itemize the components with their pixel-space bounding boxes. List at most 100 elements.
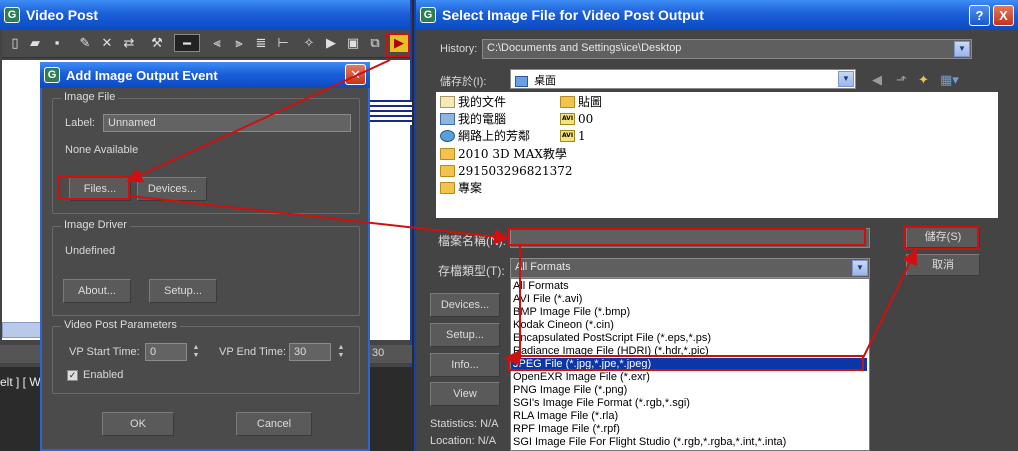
filename-label: 檔案名稱(N):: [438, 234, 506, 248]
list-item[interactable]: 291503296821372: [440, 163, 573, 179]
undefined-text: Undefined: [65, 245, 116, 257]
app-icon: G: [4, 7, 20, 23]
cancel-button[interactable]: 取消: [906, 254, 980, 276]
view-button[interactable]: View: [430, 382, 500, 406]
list-item[interactable]: SGI Image File For Flight Studio (*.rgb,…: [513, 436, 786, 449]
vp-start-spinner-icon[interactable]: ▲ ▼: [191, 344, 201, 360]
documents-icon: [440, 96, 455, 108]
list-item[interactable]: BMP Image File (*.bmp): [513, 306, 630, 319]
status-text: elt ] [ Wi: [0, 375, 44, 389]
edit-icon[interactable]: ✎: [76, 34, 94, 52]
list-item[interactable]: Kodak Cineon (*.cin): [513, 319, 614, 332]
vp-end-spinner-icon[interactable]: ▲ ▼: [336, 344, 346, 360]
help-icon[interactable]: ?: [969, 5, 990, 26]
list-item[interactable]: RLA Image File (*.rla): [513, 410, 618, 423]
make-same-size-icon[interactable]: ≣: [252, 34, 270, 52]
filetype-combo[interactable]: All Formats ▼: [510, 258, 870, 278]
avi-icon: AVI: [560, 113, 575, 125]
annotation-box-files-button: [58, 176, 130, 200]
list-item[interactable]: OpenEXR Image File (*.exr): [513, 371, 650, 384]
vp-start-label: VP Start Time:: [69, 346, 140, 358]
group-title: Image File: [61, 91, 119, 103]
chevron-down-icon[interactable]: ▼: [838, 71, 854, 87]
video-post-toolbar: ▯ ▰ ▪ ✎ ✕ ⇄ ⚒ ━ ⫷ ⫸ ≣ ⊢ ✧ ▶ ▣ ⧉ ▶: [2, 30, 410, 58]
save-in-combo[interactable]: 桌面 ▼: [510, 69, 856, 89]
list-item[interactable]: All Formats: [513, 280, 569, 293]
setup-button[interactable]: Setup...: [430, 323, 500, 347]
list-item[interactable]: 我的電腦: [440, 111, 506, 127]
avi-icon: AVI: [560, 130, 575, 142]
image-driver-group: Image Driver Undefined About... Setup...: [52, 219, 360, 316]
computer-icon: [440, 113, 455, 125]
list-item[interactable]: 貼圖: [560, 94, 602, 110]
app-icon: G: [44, 67, 60, 83]
range-bars-graphic: [370, 100, 412, 125]
about-button[interactable]: About...: [63, 279, 131, 303]
group-title: Video Post Parameters: [61, 319, 180, 331]
list-item[interactable]: RPF Image File (*.rpf): [513, 423, 620, 436]
folder-icon: [560, 96, 575, 108]
none-available-text: None Available: [65, 144, 139, 156]
info-button[interactable]: Info...: [430, 353, 500, 377]
list-item[interactable]: 專案: [440, 180, 482, 196]
save-in-label: 儲存於(I):: [440, 76, 487, 88]
history-combo[interactable]: C:\Documents and Settings\ice\Desktop ▼: [482, 39, 972, 59]
list-item[interactable]: SGI's Image File Format (*.rgb,*.sgi): [513, 397, 690, 410]
delete-icon[interactable]: ✕: [98, 34, 116, 52]
close-icon[interactable]: X: [993, 5, 1014, 26]
execute-icon[interactable]: ⚒: [148, 34, 166, 52]
new-icon[interactable]: ▯: [6, 34, 24, 52]
setup-button[interactable]: Setup...: [149, 279, 217, 303]
desktop-icon: [515, 75, 528, 87]
file-list[interactable]: 我的文件 我的電腦 網路上的芳鄰 2010 3D MAX教學 291503296…: [436, 92, 998, 218]
save-icon[interactable]: ▪: [48, 34, 66, 52]
cancel-button[interactable]: Cancel: [236, 412, 312, 436]
align-right-icon[interactable]: ⫸: [230, 34, 248, 52]
network-icon: [440, 130, 455, 142]
statistics-text: Statistics: N/A: [430, 418, 499, 430]
close-icon[interactable]: ✕: [345, 64, 366, 85]
devices-button[interactable]: Devices...: [430, 293, 500, 317]
align-left-icon[interactable]: ⫷: [208, 34, 226, 52]
chevron-down-icon[interactable]: ▼: [852, 260, 868, 276]
add-filter-icon[interactable]: ▣: [344, 34, 362, 52]
horizontal-scrollbar[interactable]: [2, 322, 42, 338]
add-layer-icon[interactable]: ⧉: [366, 34, 384, 52]
up-folder-icon[interactable]: ⬏: [896, 72, 907, 88]
folder-icon: [440, 182, 455, 194]
vp-start-input[interactable]: 0: [145, 343, 187, 361]
video-post-title: Video Post: [26, 7, 99, 23]
group-title: Image Driver: [61, 219, 130, 231]
swap-icon[interactable]: ⇄: [120, 34, 138, 52]
devices-button[interactable]: Devices...: [137, 177, 207, 201]
ok-button[interactable]: OK: [102, 412, 174, 436]
annotation-box-filename: [508, 228, 866, 246]
history-value: C:\Documents and Settings\ice\Desktop: [487, 42, 682, 54]
list-item[interactable]: AVI 00: [560, 111, 593, 127]
list-item[interactable]: PNG Image File (*.png): [513, 384, 627, 397]
list-item[interactable]: 網路上的芳鄰: [440, 128, 530, 144]
enabled-checkbox[interactable]: ✓: [67, 370, 78, 381]
chevron-down-icon[interactable]: ▼: [954, 41, 970, 57]
vp-end-input[interactable]: 30: [289, 343, 331, 361]
filetype-value: All Formats: [515, 261, 571, 273]
back-icon[interactable]: ◀: [872, 72, 882, 88]
new-folder-icon[interactable]: ✦: [918, 72, 929, 88]
list-item[interactable]: AVI 1: [560, 128, 586, 144]
video-post-titlebar: G Video Post: [0, 0, 410, 30]
folder-icon: [440, 148, 455, 160]
add-image-input-icon[interactable]: ▶: [322, 34, 340, 52]
open-icon[interactable]: ▰: [26, 34, 44, 52]
folder-icon: [440, 165, 455, 177]
list-item[interactable]: Encapsulated PostScript File (*.eps,*.ps…: [513, 332, 711, 345]
label-input[interactable]: Unnamed: [103, 114, 351, 132]
add-scene-event-icon[interactable]: ✧: [300, 34, 318, 52]
list-item[interactable]: AVI File (*.avi): [513, 293, 582, 306]
annotation-box-save-button: [903, 226, 979, 250]
list-item[interactable]: 2010 3D MAX教學: [440, 146, 567, 162]
view-menu-icon[interactable]: ▦▾: [940, 72, 959, 88]
add-event-titlebar: G Add Image Output Event ✕: [40, 62, 370, 88]
list-item[interactable]: 我的文件: [440, 94, 506, 110]
range-bar-icon[interactable]: ━: [174, 34, 200, 52]
abut-icon[interactable]: ⊢: [274, 34, 292, 52]
